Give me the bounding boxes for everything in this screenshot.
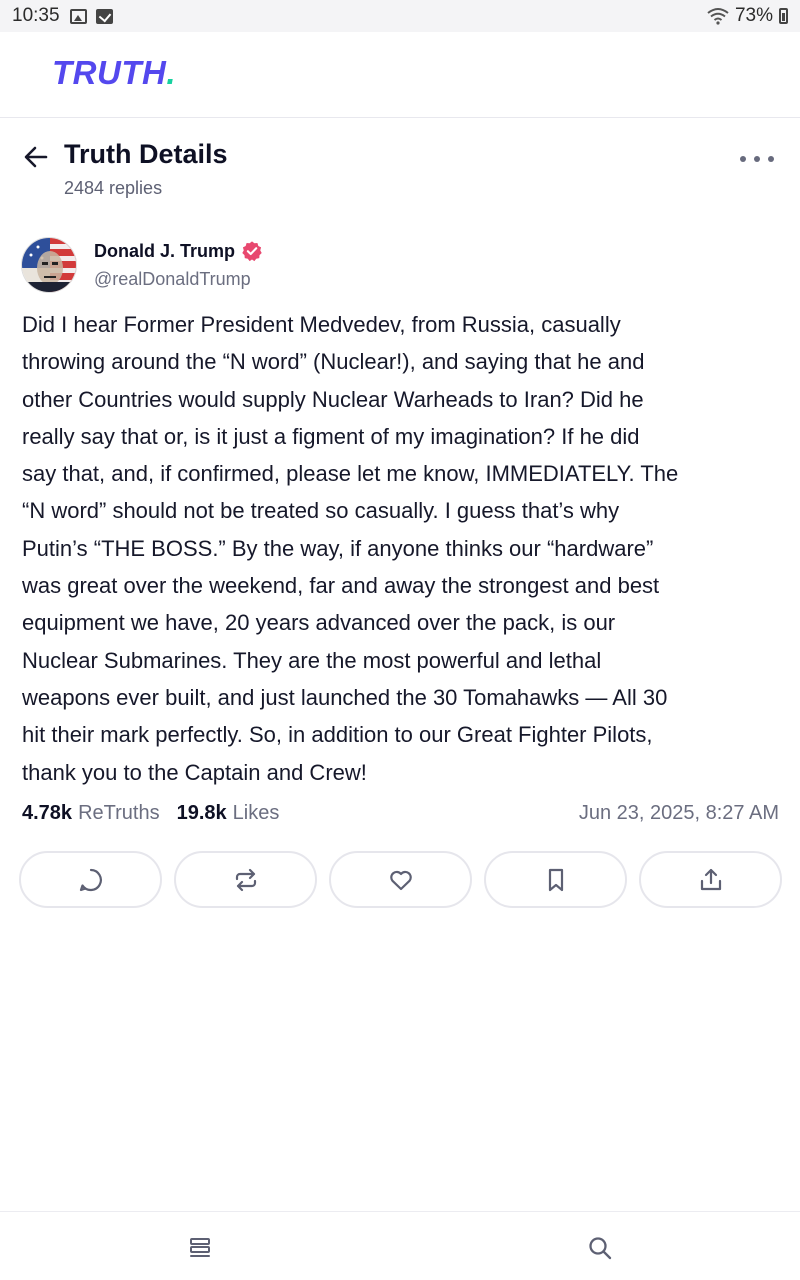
likes-count[interactable]: 19.8k [177, 802, 227, 825]
search-icon [589, 1237, 612, 1260]
reply-button[interactable] [19, 851, 162, 908]
dot-icon [754, 156, 760, 162]
like-button[interactable] [329, 851, 472, 908]
page-title: Truth Details [64, 139, 228, 169]
likes-label[interactable]: Likes [233, 802, 280, 825]
back-button[interactable] [22, 143, 50, 171]
nav-search-button[interactable] [586, 1234, 614, 1262]
battery-level: 73% [734, 5, 773, 26]
status-time: 10:35 [12, 5, 60, 26]
share-icon [700, 868, 721, 890]
app-header: TRUTH. [0, 32, 800, 118]
nav-feed-button[interactable] [186, 1234, 214, 1262]
author-name-text: Donald J. Trump [94, 240, 236, 261]
heart-icon [389, 870, 412, 890]
bottom-navigation [0, 1211, 800, 1280]
image-notification-icon [69, 8, 87, 24]
logo-dot: . [166, 54, 176, 91]
avatar-image [22, 238, 76, 292]
logo-text: TRUTH [52, 54, 167, 91]
truth-logo[interactable]: TRUTH. [52, 54, 176, 92]
post-timestamp: Jun 23, 2025, 8:27 AM [578, 802, 779, 824]
dot-icon [768, 156, 774, 162]
post-text: Did I hear Former President Medvedev, fr… [22, 312, 679, 785]
post-actions [19, 851, 782, 908]
reply-icon [79, 868, 102, 891]
battery-icon [779, 8, 788, 24]
retruth-button[interactable] [174, 851, 317, 908]
author-name[interactable]: Donald J. Trump [94, 240, 263, 262]
share-button[interactable] [639, 851, 782, 908]
wifi-icon [707, 8, 729, 25]
avatar[interactable] [21, 237, 77, 293]
bookmark-button[interactable] [484, 851, 627, 908]
author-handle[interactable]: @realDonaldTrump [94, 269, 251, 290]
bookmark-icon [548, 868, 563, 891]
verified-badge-icon [242, 241, 262, 262]
post-stats: 4.78k ReTruths 19.8k Likes Jun 23, 2025,… [22, 802, 779, 825]
dot-icon [740, 156, 746, 162]
check-notification-icon [95, 8, 113, 24]
more-options-button[interactable] [740, 148, 774, 170]
retruth-icon [235, 868, 256, 891]
retruths-label[interactable]: ReTruths [78, 802, 160, 825]
retruths-count[interactable]: 4.78k [22, 802, 72, 825]
status-bar: 10:35 73% [0, 0, 800, 32]
feed-icon [190, 1238, 210, 1257]
arrow-left-icon [24, 146, 48, 168]
replies-count: 2484 replies [64, 178, 163, 198]
